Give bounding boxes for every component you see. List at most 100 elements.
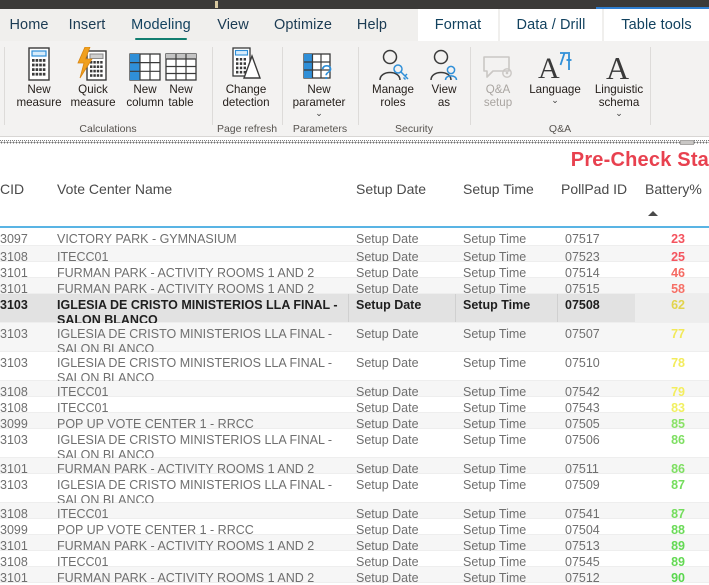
cell-setup-time: Setup Time	[463, 298, 531, 312]
qna-setup-label: Q&A setup	[483, 83, 513, 109]
svg-text:?: ?	[321, 62, 332, 81]
parameter-icon: ?	[303, 45, 335, 81]
cell-pollpad-id: 07508	[565, 298, 600, 312]
tab-home[interactable]: Home	[0, 9, 58, 41]
sort-ascending-icon[interactable]	[648, 211, 658, 216]
new-table-button[interactable]: New table	[154, 45, 208, 109]
lightning-calculator-icon	[77, 45, 109, 81]
cell-pollpad-id: 07506	[565, 433, 600, 447]
tab-insert[interactable]: Insert	[58, 9, 116, 41]
ribbon-group-divider	[4, 47, 5, 125]
chevron-down-icon[interactable]: ⌄	[551, 96, 559, 105]
table-row[interactable]: 3101 FURMAN PARK - ACTIVITY ROOMS 1 AND 2…	[0, 262, 709, 280]
table-row[interactable]: 3101 FURMAN PARK - ACTIVITY ROOMS 1 AND 2…	[0, 278, 709, 296]
linguistic-schema-label: Linguistic schema	[594, 83, 644, 109]
visual-resize-handle[interactable]	[680, 140, 694, 145]
chevron-down-icon[interactable]: ⌄	[615, 109, 623, 118]
column-header-battery[interactable]: Battery%	[645, 181, 702, 197]
column-header-vcid[interactable]: CID	[0, 181, 24, 197]
tab-label: Optimize	[273, 17, 332, 33]
table-row[interactable]: 3108 ITECC01 Setup Date Setup Time 07543 83	[0, 397, 709, 415]
ribbon-group-label: Security	[395, 123, 433, 135]
cell-battery-percent: 86	[671, 433, 685, 447]
tab-optimize[interactable]: Optimize	[264, 9, 342, 41]
tab-help[interactable]: Help	[346, 9, 398, 41]
language-button[interactable]: A Language ⌄	[524, 45, 586, 105]
quick-measure-button[interactable]: Quick measure	[64, 45, 122, 109]
tab-table-tools[interactable]: Table tools	[604, 9, 709, 41]
table-row[interactable]: 3103 IGLESIA DE CRISTO MINISTERIOS LLA FI…	[0, 323, 709, 356]
chat-gear-icon	[482, 45, 514, 81]
table-row[interactable]: 3103 IGLESIA DE CRISTO MINISTERIOS LLA FI…	[0, 352, 709, 385]
new-measure-button[interactable]: New measure	[12, 45, 66, 109]
table-row[interactable]: 3108 ITECC01 Setup Date Setup Time 07541 87	[0, 503, 709, 521]
column-header-setup-date[interactable]: Setup Date	[356, 181, 426, 197]
table-header: CID Vote Center Name Setup Date Setup Time P…	[0, 181, 709, 217]
ribbon: Calculations Page refresh Parameters Securi…	[0, 41, 709, 137]
table-row[interactable]: 3103 IGLESIA DE CRISTO MINISTERIOS LLA FI…	[0, 474, 709, 507]
table-visual[interactable]: Pre-Check Sta CID Vote Center Name Setup D…	[0, 140, 709, 585]
cell-setup-time: Setup Time	[463, 356, 527, 370]
change-detection-button[interactable]: Change detection	[210, 45, 282, 109]
cell-vote-center-name: VICTORY PARK - GYMNASIUM	[57, 232, 237, 246]
table-row[interactable]: 3097 VICTORY PARK - GYMNASIUM Setup Date Se…	[0, 228, 709, 246]
table-row[interactable]: 3099 POP UP VOTE CENTER 1 - RRCC Setup Dat…	[0, 519, 709, 537]
cell-vcid: 3103	[0, 478, 28, 492]
tab-label: View	[217, 17, 249, 33]
cell-divider	[455, 294, 456, 322]
cell-pollpad-id: 07510	[565, 356, 600, 370]
view-as-button[interactable]: View as	[420, 45, 468, 109]
table-row[interactable]: 3108 ITECC01 Setup Date Setup Time 07542 79	[0, 381, 709, 399]
cell-setup-time: Setup Time	[463, 232, 527, 246]
cell-pollpad-id: 07517	[565, 232, 600, 246]
table-row[interactable]: 3099 POP UP VOTE CENTER 1 - RRCC Setup Dat…	[0, 413, 709, 431]
table-icon	[165, 45, 197, 81]
column-header-pollpad-id[interactable]: PollPad ID	[561, 181, 627, 197]
tab-label: Insert	[68, 17, 106, 33]
text-cursor-icon	[215, 1, 218, 8]
language-icon: A	[538, 45, 572, 81]
report-canvas: Pre-Check Sta CID Vote Center Name Setup D…	[0, 137, 709, 585]
cell-setup-time: Setup Time	[463, 433, 527, 447]
cell-vcid: 3103	[0, 298, 28, 312]
svg-text:A: A	[538, 52, 560, 81]
chevron-down-icon[interactable]: ⌄	[315, 109, 323, 118]
ribbon-group-label: Page refresh	[216, 123, 278, 135]
new-parameter-button[interactable]: ? New parameter ⌄	[283, 45, 355, 118]
cell-vcid: 3103	[0, 356, 28, 370]
change-detection-label: Change detection	[222, 83, 270, 109]
cell-setup-date: Setup Date	[356, 356, 419, 370]
column-header-name[interactable]: Vote Center Name	[57, 181, 172, 197]
visual-title: Pre-Check Sta	[570, 149, 709, 171]
table-row[interactable]: 3103 IGLESIA DE CRISTO MINISTERIOS LLA FI…	[0, 429, 709, 462]
tab-label: Data / Drill	[516, 17, 586, 33]
tab-format[interactable]: Format	[418, 9, 498, 41]
tab-data-drill[interactable]: Data / Drill	[500, 9, 602, 41]
table-row[interactable]: 3101 FURMAN PARK - ACTIVITY ROOMS 1 AND 2…	[0, 567, 709, 585]
qna-setup-button: Q&A setup	[470, 45, 526, 109]
manage-roles-label: Manage roles	[372, 83, 414, 109]
active-tab-indicator	[135, 37, 187, 40]
column-header-setup-time[interactable]: Setup Time	[463, 181, 534, 197]
cell-vcid: 3103	[0, 433, 28, 447]
table-row[interactable]: 3101 FURMAN PARK - ACTIVITY ROOMS 1 AND 2…	[0, 535, 709, 553]
cell-setup-date: Setup Date	[356, 232, 419, 246]
cell-setup-date: Setup Date	[356, 478, 419, 492]
tab-label: Help	[356, 17, 388, 33]
table-row[interactable]: 3101 FURMAN PARK - ACTIVITY ROOMS 1 AND 2…	[0, 458, 709, 476]
table-row[interactable]: 3103 IGLESIA DE CRISTO MINISTERIOS LLA FI…	[0, 294, 709, 327]
table-row[interactable]: 3108 ITECC01 Setup Date Setup Time 07545 89	[0, 551, 709, 569]
linguistic-schema-button[interactable]: A Linguistic schema ⌄	[584, 45, 654, 118]
manage-roles-button[interactable]: Manage roles	[362, 45, 424, 109]
tab-label: Modeling	[131, 17, 191, 33]
calculator-icon	[26, 45, 52, 81]
cell-vcid: 3097	[0, 232, 28, 246]
change-detection-icon	[231, 45, 261, 81]
tab-label: Table tools	[621, 17, 692, 33]
cell-setup-date: Setup Date	[356, 433, 419, 447]
tab-view[interactable]: View	[206, 9, 260, 41]
ribbon-tabstrip: Home Insert Modeling View Optimize Help Format…	[0, 9, 709, 41]
cell-pollpad-id: 07509	[565, 478, 600, 492]
tab-modeling[interactable]: Modeling	[120, 9, 202, 41]
table-row[interactable]: 3108 ITECC01 Setup Date Setup Time 07523 25	[0, 246, 709, 264]
